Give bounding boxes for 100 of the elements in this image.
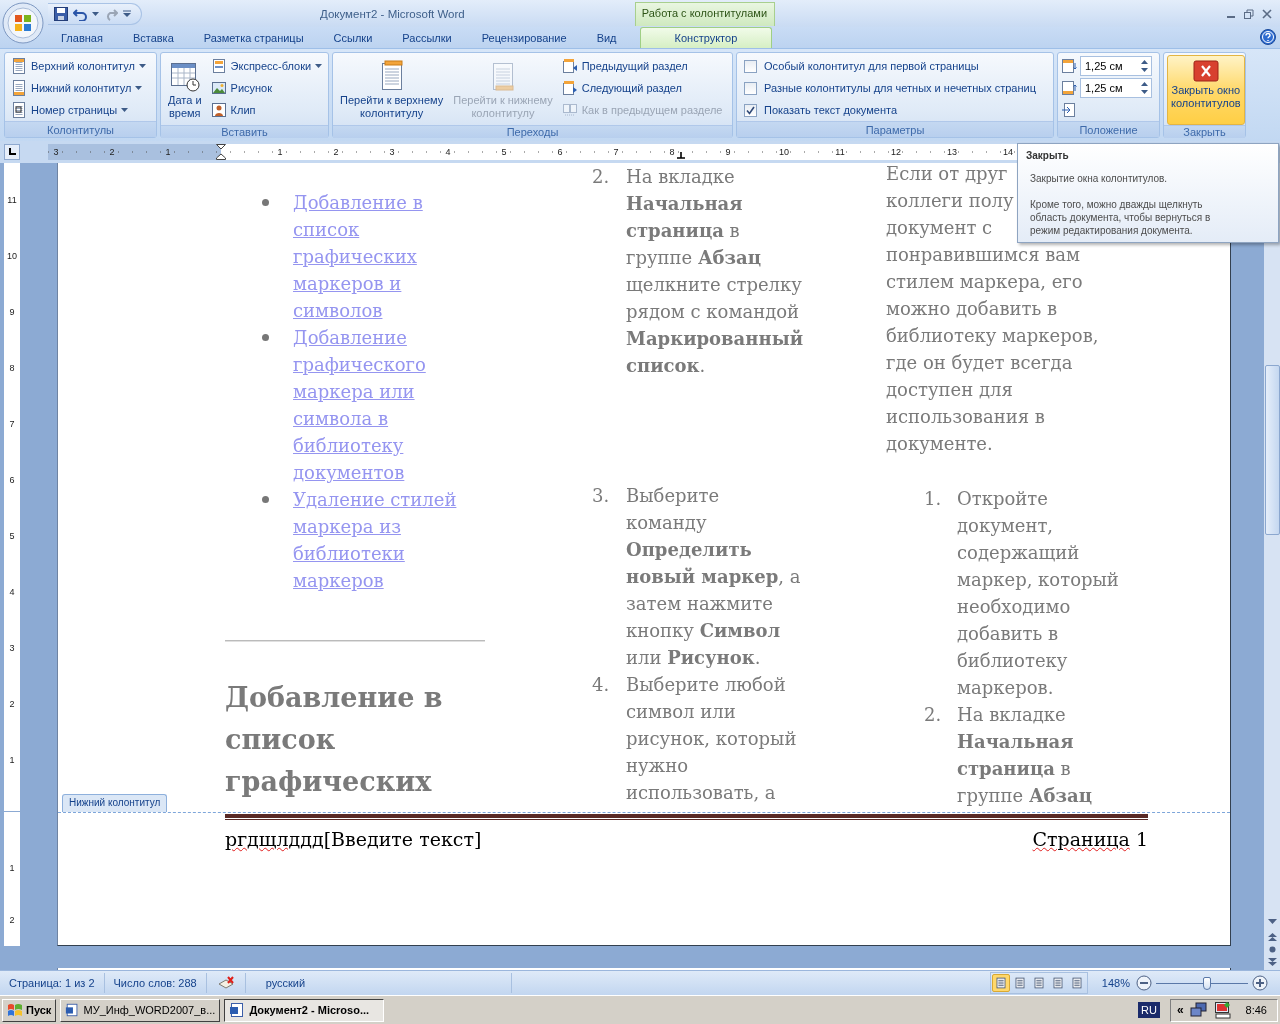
- text-line: где он будет всегда: [886, 351, 1073, 375]
- zoom-in-icon[interactable]: [1252, 975, 1268, 991]
- ribbon-button[interactable]: Нижний колонтитул: [8, 77, 149, 99]
- ribbon-button[interactable]: Предыдущий раздел: [558, 55, 726, 77]
- spin-field[interactable]: 1,25 см: [1080, 78, 1152, 98]
- text-line: коллеги полу: [886, 189, 1014, 213]
- zoom-level[interactable]: 148%: [1101, 977, 1130, 989]
- ruler-number: 11: [6, 194, 18, 207]
- spinner-icon[interactable]: [1141, 81, 1148, 95]
- ribbon-button[interactable]: Перейти к верхнему колонтитулу: [336, 55, 448, 125]
- group-title: Переходы: [333, 125, 732, 138]
- group-title: Параметры: [737, 121, 1053, 137]
- ribbon-tab[interactable]: Разметка страницы: [188, 27, 319, 48]
- ruler-number: 6: [556, 147, 564, 157]
- start-button[interactable]: Пуск: [2, 998, 57, 1022]
- ribbon-tab[interactable]: Рассылки: [387, 27, 467, 48]
- help-icon[interactable]: [1260, 29, 1276, 45]
- ruler-number: 9: [724, 147, 732, 157]
- list-number: 1.: [924, 487, 943, 511]
- ribbon-tab[interactable]: Конструктор: [639, 27, 773, 48]
- zoom-out-icon[interactable]: [1136, 975, 1152, 991]
- previous-page-icon[interactable]: [1267, 933, 1277, 941]
- tab-stop-icon[interactable]: [677, 152, 685, 159]
- spellcheck-icon[interactable]: [216, 975, 235, 991]
- close-icon[interactable]: [1262, 8, 1272, 19]
- word-count[interactable]: Число слов: 288: [104, 973, 207, 993]
- group-title: Вставить: [161, 125, 328, 138]
- group-title: Колонтитулы: [5, 121, 156, 137]
- show-hidden-icons[interactable]: «: [1176, 1003, 1184, 1017]
- browse-object-icon[interactable]: [1268, 946, 1276, 953]
- scroll-down-icon[interactable]: [1267, 919, 1277, 925]
- left-tab-icon: [8, 148, 16, 156]
- caret-icon: [315, 64, 323, 68]
- computer-icon[interactable]: [1213, 1001, 1232, 1019]
- ruler-number: 1: [8, 754, 16, 767]
- tooltip-text: Кроме того, можно дважды щелкнуть область документа, чтобы вернуться в режим редактирования документа.: [1029, 198, 1212, 237]
- ribbon-tab[interactable]: Вставка: [117, 27, 189, 48]
- ribbon-tab[interactable]: Рецензирование: [466, 27, 582, 48]
- ribbon-button[interactable]: Следующий раздел: [558, 77, 726, 99]
- spin-field[interactable]: 1,25 см: [1080, 56, 1152, 76]
- ruler-number: 2: [108, 147, 116, 157]
- ribbon-button[interactable]: Закрыть окно колонтитулов: [1167, 55, 1245, 125]
- page-count[interactable]: Страница: 1 из 2: [0, 973, 105, 993]
- ruler-number: 10: [6, 250, 18, 263]
- save-icon[interactable]: [54, 6, 68, 21]
- caret-icon: [135, 86, 143, 90]
- network-icon[interactable]: [1189, 1002, 1208, 1018]
- ribbon-button[interactable]: Клип: [207, 99, 326, 121]
- linked-pages-icon: [561, 102, 578, 118]
- checkbox-label[interactable]: Особый колонтитул для первой страницы: [764, 60, 979, 72]
- checkbox[interactable]: [744, 81, 757, 95]
- group-title: Закрыть: [1164, 125, 1245, 138]
- undo-icon[interactable]: [73, 6, 87, 21]
- text-line: можно добавить в: [886, 297, 1058, 321]
- language-indicator[interactable]: русский: [245, 973, 512, 993]
- spinner-icon[interactable]: [1141, 59, 1148, 73]
- list-number: 2.: [592, 165, 611, 189]
- taskbar-button[interactable]: МУ_Инф_WORD2007_в...: [60, 998, 221, 1022]
- ruler-number: 5: [8, 530, 16, 543]
- tooltip-title: Закрыть: [1026, 150, 1070, 161]
- ribbon-button[interactable]: Экспресс-блоки: [207, 55, 326, 77]
- zoom-slider-thumb[interactable]: [1202, 976, 1211, 990]
- checkbox[interactable]: [744, 103, 757, 117]
- insert-tab-icon[interactable]: [1061, 102, 1077, 118]
- ribbon-button[interactable]: Дата и время: [164, 55, 206, 125]
- ribbon-tab[interactable]: Вид: [581, 27, 632, 48]
- tab-selector-button[interactable]: [4, 144, 20, 160]
- ribbon-tab[interactable]: Ссылки: [318, 27, 388, 48]
- keyboard-language[interactable]: RU: [1138, 1002, 1160, 1018]
- ruler-number: 3: [8, 642, 16, 655]
- list-number: 2.: [924, 703, 943, 727]
- customize-icon[interactable]: [123, 9, 131, 18]
- ruler-number: 2: [8, 698, 16, 711]
- list-item-text: На вкладке Начальная страница в группе Абзац щелкните стрелку рядом с командой Маркированный список.: [626, 165, 804, 378]
- blocks-icon: [210, 58, 227, 74]
- vertical-scrollbar[interactable]: [1264, 163, 1280, 970]
- list-item-text: Откройте документ, содержащий маркер, который необходимо добавить в библиотеку маркеров.: [957, 487, 1119, 700]
- restore-icon[interactable]: [1244, 8, 1254, 19]
- ruler-number: 14: [1002, 147, 1014, 157]
- page-icon: [11, 58, 27, 74]
- view-button[interactable]: [991, 974, 1010, 992]
- taskbar-button[interactable]: Документ2 - Microso...: [224, 998, 385, 1022]
- ruler-number: 1: [164, 147, 172, 157]
- ribbon-button[interactable]: Номер страницы: [8, 99, 149, 121]
- ribbon-button[interactable]: Рисунок: [207, 77, 326, 99]
- indent-marker[interactable]: [216, 144, 226, 160]
- bullet-icon: [262, 334, 269, 341]
- window-title: Документ2 - Microsoft Word: [320, 7, 465, 20]
- content-control[interactable]: [Введите текст]: [323, 826, 482, 853]
- ribbon-tab[interactable]: Главная: [46, 27, 118, 48]
- checkbox-label[interactable]: Разные колонтитулы для четных и нечетных страниц: [764, 82, 1036, 94]
- ribbon-button[interactable]: Верхний колонтитул: [8, 55, 149, 77]
- scroll-thumb[interactable]: [1264, 365, 1280, 535]
- checkbox[interactable]: [744, 59, 757, 73]
- page-number: 1: [1135, 827, 1148, 852]
- next-page-icon[interactable]: [1267, 958, 1277, 966]
- ruler-number: 4: [444, 147, 452, 157]
- footer-area[interactable]: ргдщлддд[Введите текст] Страница 1: [58, 812, 1230, 945]
- checkbox-label[interactable]: Показать текст документа: [764, 104, 897, 116]
- text-line: библиотеку маркеров,: [886, 324, 1099, 348]
